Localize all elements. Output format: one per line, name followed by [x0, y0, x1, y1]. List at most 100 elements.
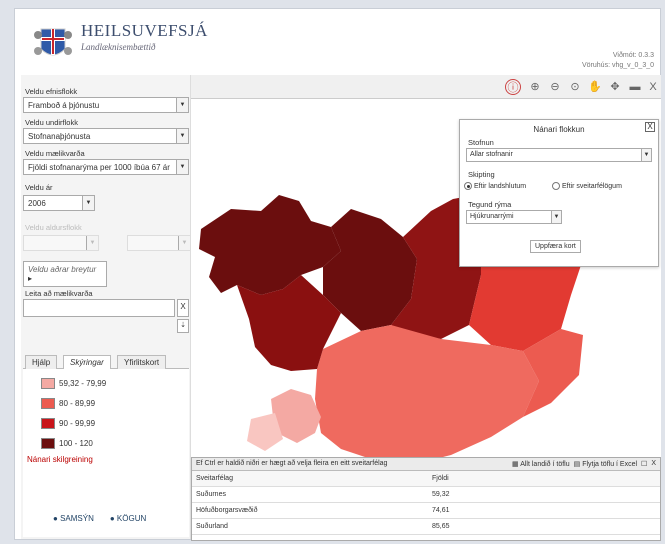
- version-ui: Viðmót: 0.3.3: [612, 52, 654, 59]
- kogun-logo[interactable]: ● KÖGUN: [110, 514, 146, 523]
- legend-swatch: [41, 417, 55, 429]
- cell-name: Suðurnes: [196, 491, 226, 498]
- chevron-down-icon[interactable]: ▼: [551, 211, 561, 223]
- tegund-value: Hjúkrunarrými: [470, 213, 514, 220]
- stofnun-label: Stofnun: [468, 138, 494, 147]
- col-count: Fjöldi: [432, 475, 449, 482]
- stofnun-select[interactable]: Allar stofnanir ▼: [466, 148, 652, 162]
- panel-title: Nánari flokkun: [533, 125, 585, 134]
- map-area[interactable]: ⓘ ⊕ ⊖ ⊙ ✋ ✥ ▬ X Nánari flokkun X Stofnun…: [191, 75, 661, 541]
- age-label: Veldu aldursflokk: [25, 223, 82, 232]
- chevron-down-icon[interactable]: ▼: [176, 98, 188, 112]
- samsyn-label: SAMSÝN: [60, 514, 94, 523]
- category-select[interactable]: Framboð á þjónustu ▼: [23, 97, 189, 113]
- legend-swatch: [41, 437, 55, 449]
- samsyn-logo[interactable]: ● SAMSÝN: [53, 514, 94, 523]
- window-icon[interactable]: ☐: [641, 460, 647, 468]
- legend-label: 59,32 - 79,99: [59, 378, 107, 388]
- footer-logos: ● SAMSÝN ● KÖGUN: [53, 514, 146, 523]
- cell-value: 85,65: [432, 523, 450, 530]
- legend-label: 80 - 89,99: [59, 398, 96, 408]
- version-warehouse: Vöruhús: vhg_v_0_3_0: [582, 62, 654, 69]
- cell-value: 59,32: [432, 491, 450, 498]
- data-table: Ef Ctrl er haldið niðri er hægt að velja…: [191, 457, 661, 541]
- detail-panel: Nánari flokkun X Stofnun Allar stofnanir…: [459, 119, 659, 267]
- age-to-select[interactable]: ▼: [127, 235, 191, 251]
- detailed-definition-link[interactable]: Nánari skilgreining: [27, 455, 93, 464]
- legend-item: 90 - 99,99: [41, 417, 95, 429]
- pan-hand-icon[interactable]: ✋: [587, 79, 603, 95]
- info-icon[interactable]: ⓘ: [505, 79, 521, 95]
- navigate-icon[interactable]: ✥: [607, 79, 623, 95]
- table-actions: ▦ Allt landið í töflu ▤ Flytja töflu í E…: [512, 460, 656, 468]
- app-frame: HEILSUVEFSJÁ Landlæknisembættið Viðmót: …: [14, 8, 661, 541]
- category-label: Veldu efnisflokk: [25, 87, 78, 96]
- table-row[interactable]: Suðurnes 59,32: [192, 487, 660, 503]
- skipting-label: Skipting: [468, 170, 495, 179]
- all-regions-button[interactable]: ▦ Allt landið í töflu: [512, 460, 570, 468]
- header: HEILSUVEFSJÁ Landlæknisembættið Viðmót: …: [15, 9, 660, 75]
- radio-dot-icon[interactable]: [464, 182, 472, 190]
- more-variables-label: Veldu aðrar breytur: [28, 265, 97, 274]
- update-map-button[interactable]: Uppfæra kort: [530, 240, 581, 253]
- table-hint: Ef Ctrl er haldið niðri er hægt að velja…: [196, 460, 388, 467]
- year-select[interactable]: 2006 ▼: [23, 195, 95, 211]
- zoom-in-icon[interactable]: ⊕: [527, 79, 543, 95]
- close-icon[interactable]: X: [651, 460, 656, 468]
- legend-item: 80 - 89,99: [41, 397, 95, 409]
- chevron-down-icon[interactable]: ▼: [178, 236, 190, 250]
- brand: HEILSUVEFSJÁ Landlæknisembættið: [81, 21, 208, 52]
- more-variables-button[interactable]: Veldu aðrar breytur ▸: [23, 261, 107, 287]
- year-label: Veldu ár: [25, 183, 53, 192]
- age-from-select[interactable]: ▼: [23, 235, 99, 251]
- cell-name: Höfuðborgarsvæðið: [196, 507, 258, 514]
- table-header-row: Sveitarfélag Fjöldi: [192, 471, 660, 487]
- app-subtitle: Landlæknisembættið: [81, 42, 156, 52]
- chevron-down-icon[interactable]: ▼: [86, 236, 98, 250]
- chevron-down-icon[interactable]: ▼: [176, 160, 188, 174]
- excel-export-button[interactable]: ▤ Flytja töflu í Excel: [574, 460, 637, 468]
- excel-export-label: Flytja töflu í Excel: [582, 461, 638, 468]
- table-row[interactable]: Höfuðborgarsvæðið 74,61: [192, 503, 660, 519]
- measure-select[interactable]: Fjöldi stofnanarýma per 1000 íbúa 67 ár ▼: [23, 159, 189, 175]
- table-toolbar: Ef Ctrl er haldið niðri er hægt að velja…: [192, 458, 660, 471]
- zoom-extent-icon[interactable]: ⊙: [567, 79, 583, 95]
- tab-help[interactable]: Hjálp: [25, 355, 58, 369]
- cell-value: 74,61: [432, 507, 450, 514]
- chevron-down-icon[interactable]: ▼: [82, 196, 94, 210]
- subcategory-label: Veldu undirflokk: [25, 118, 78, 127]
- tab-bar: Hjálp Skýringar Yfirlitskort: [23, 355, 189, 369]
- radio-dot-icon[interactable]: [552, 182, 560, 190]
- subcategory-select[interactable]: Stofnanaþjónusta ▼: [23, 128, 189, 144]
- search-label: Leita að mælikvarða: [25, 289, 93, 298]
- search-down-icon[interactable]: ⇣: [177, 319, 189, 333]
- radio-by-municipality[interactable]: Eftir sveitarfélögum: [552, 182, 622, 190]
- close-icon[interactable]: X: [645, 122, 655, 132]
- all-regions-label: Allt landið í töflu: [520, 461, 570, 468]
- measure-value: Fjöldi stofnanarýma per 1000 íbúa 67 ár: [28, 163, 170, 172]
- stofnun-value: Allar stofnanir: [470, 151, 513, 158]
- coat-of-arms-logo: [34, 28, 72, 56]
- tab-overview-map[interactable]: Yfirlitskort: [117, 355, 167, 369]
- legend: 59,32 - 79,99 80 - 89,99 90 - 99,99 100 …: [23, 369, 189, 537]
- tab-explanations[interactable]: Skýringar: [63, 355, 111, 369]
- zoom-out-icon[interactable]: ⊖: [547, 79, 563, 95]
- legend-item: 100 - 120: [41, 437, 93, 449]
- year-value: 2006: [28, 199, 46, 208]
- tegund-select[interactable]: Hjúkrunarrými ▼: [466, 210, 562, 224]
- search-input[interactable]: [23, 299, 175, 317]
- close-icon[interactable]: X: [645, 79, 661, 95]
- chevron-down-icon[interactable]: ▼: [641, 149, 651, 161]
- radio-by-region[interactable]: Eftir landshlutum: [464, 182, 526, 190]
- region-westfjords: [199, 195, 341, 295]
- chevron-down-icon[interactable]: ▼: [176, 129, 188, 143]
- legend-swatch: [41, 377, 55, 389]
- kogun-label: KÖGUN: [116, 514, 147, 523]
- legend-swatch: [41, 397, 55, 409]
- print-icon[interactable]: ▬: [627, 79, 643, 95]
- legend-label: 90 - 99,99: [59, 418, 96, 428]
- clear-search-button[interactable]: X: [177, 299, 189, 317]
- measure-label: Veldu mælikvarða: [25, 149, 85, 158]
- left-panel: Veldu efnisflokk Framboð á þjónustu ▼ Vel…: [21, 75, 191, 539]
- table-row[interactable]: Suðurland 85,65: [192, 519, 660, 535]
